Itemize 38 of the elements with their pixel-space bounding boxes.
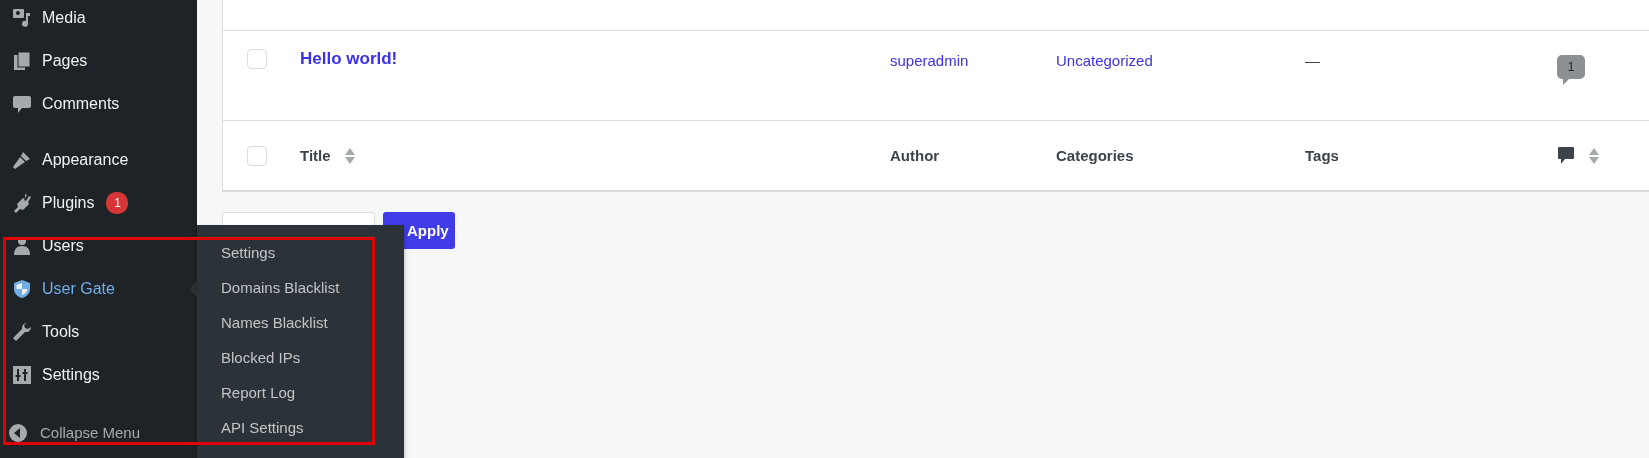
submenu-item[interactable]: Domains Blacklist: [197, 270, 404, 305]
update-count-badge: 1: [106, 191, 129, 214]
media-icon: [12, 7, 32, 28]
tags-cell: —: [1305, 52, 1320, 69]
sidebar-item[interactable]: Pages: [0, 39, 197, 82]
submenu-item[interactable]: API Settings: [197, 410, 404, 445]
select-all-checkbox[interactable]: [247, 145, 267, 166]
comment-count-bubble[interactable]: 1: [1557, 55, 1585, 85]
submenu-item[interactable]: Blocked IPs: [197, 340, 404, 375]
collapse-icon: [8, 422, 28, 443]
sidebar-item[interactable]: Appearance: [0, 138, 197, 181]
sort-icon[interactable]: [344, 146, 355, 165]
row-checkbox[interactable]: [247, 49, 267, 69]
sidebar-item[interactable]: Media: [0, 0, 197, 39]
sidebar-item[interactable]: Tools: [0, 310, 197, 353]
submenu-item[interactable]: Report Log: [197, 375, 404, 410]
column-header[interactable]: Tags: [1305, 147, 1339, 164]
sliders-icon: [12, 364, 32, 385]
column-header[interactable]: Title: [300, 147, 331, 164]
author-link[interactable]: superadmin: [890, 52, 969, 69]
plug-icon: [12, 192, 32, 213]
sidebar-item[interactable]: Users: [0, 224, 197, 267]
category-link[interactable]: Uncategorized: [1056, 52, 1153, 69]
comment-icon: [12, 93, 32, 114]
collapse-menu-button[interactable]: Collapse Menu: [0, 411, 197, 454]
paintbrush-icon: [12, 149, 32, 170]
sidebar-item[interactable]: Settings: [0, 353, 197, 396]
post-title-link[interactable]: Hello world!: [300, 49, 398, 68]
pages-icon: [12, 50, 32, 71]
column-header[interactable]: Author: [890, 147, 940, 164]
wrench-icon: [12, 321, 32, 342]
comment-icon: [1557, 145, 1575, 166]
sort-icon[interactable]: [1589, 146, 1599, 165]
sidebar-item[interactable]: Plugins 1: [0, 181, 197, 224]
sidebar-item[interactable]: Comments: [0, 82, 197, 125]
shield-icon: [12, 278, 32, 299]
column-header[interactable]: Categories: [1056, 147, 1134, 164]
submenu-item[interactable]: Names Blacklist: [197, 305, 404, 340]
